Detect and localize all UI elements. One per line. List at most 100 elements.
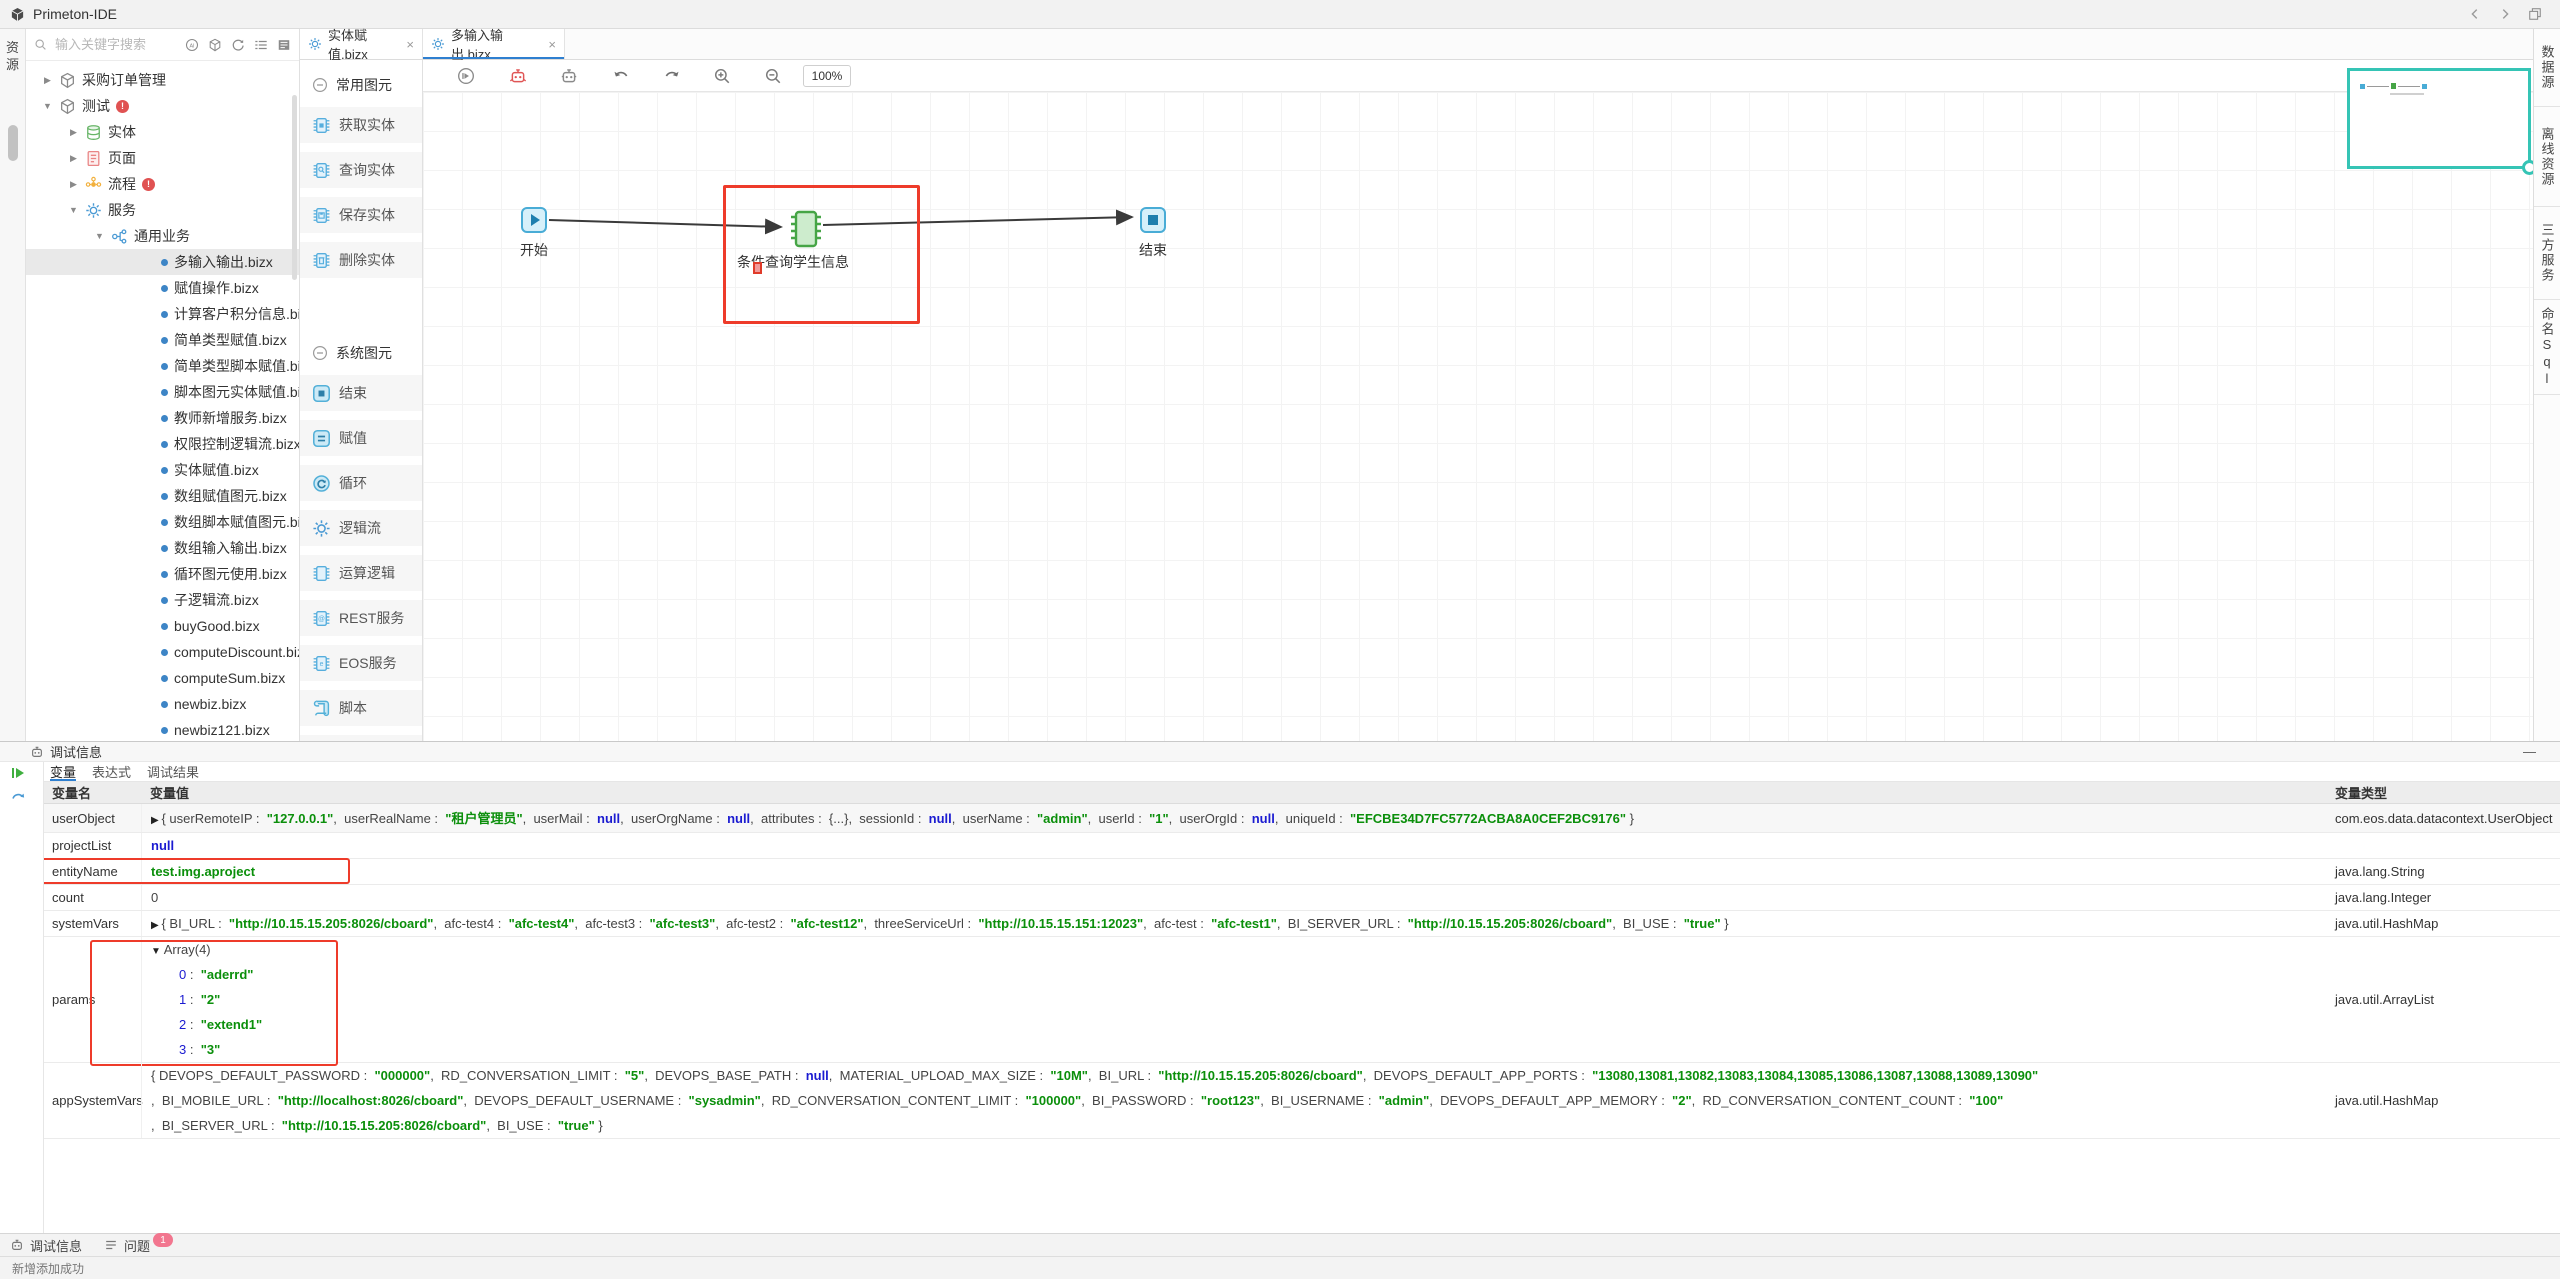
run-flow-icon[interactable] [457, 67, 475, 85]
tree-item[interactable]: computeDiscount.bizx [26, 639, 299, 665]
bottom-tab-debug-info[interactable]: 调试信息 [10, 1236, 82, 1255]
tree-item[interactable]: ▶采购订单管理 [26, 67, 299, 93]
end-node[interactable] [1140, 207, 1166, 233]
tree-item[interactable]: 计算客户积分信息.bizx [26, 301, 299, 327]
editor-tab[interactable]: 实体赋值.bizx× [300, 29, 423, 59]
tree-item[interactable]: ▼服务 [26, 197, 299, 223]
tree-item[interactable]: newbiz.bizx [26, 691, 299, 717]
tree-item[interactable]: ▶实体 [26, 119, 299, 145]
zoom-in-icon[interactable] [713, 67, 731, 85]
debug-tab[interactable]: 表达式 [92, 762, 131, 781]
tree-scrollbar[interactable] [292, 95, 297, 280]
editor-tab[interactable]: 多输入输出.bizx× [423, 29, 565, 59]
chevron-right-icon[interactable]: ▶ [68, 179, 79, 190]
table-row[interactable]: projectListnull [44, 833, 2560, 859]
redo-icon[interactable] [663, 67, 681, 85]
tree-item[interactable]: 脚本图元实体赋值.bizx [26, 379, 299, 405]
bottom-tab-problems[interactable]: 问题 1 [104, 1236, 173, 1255]
activity-strip-scrollbar[interactable] [8, 125, 18, 161]
minimize-panel-button[interactable]: — [2523, 744, 2536, 759]
zoom-out-icon[interactable] [764, 67, 782, 85]
tree-item[interactable]: ▶页面 [26, 145, 299, 171]
zoom-level-display[interactable]: 100% [803, 65, 851, 87]
palette-item[interactable]: 脚本 [300, 690, 422, 726]
palette-item[interactable]: 删除实体 [300, 242, 422, 278]
nav-forward-icon[interactable] [2498, 7, 2512, 21]
tree-item[interactable]: ▼测试! [26, 93, 299, 119]
table-row[interactable]: systemVars▶ { BI_URL : "http://10.15.15.… [44, 911, 2560, 937]
search-input[interactable] [53, 36, 179, 53]
activity-tab-resources[interactable]: 资源 [0, 39, 25, 73]
table-row[interactable]: entityNametest.img.aprojectjava.lang.Str… [44, 859, 2560, 885]
palette-item[interactable]: 保存实体 [300, 197, 422, 233]
palette-item[interactable]: @REST服务 [300, 600, 422, 636]
right-tab-strip: 数据源离线资源三方服务命名Sql [2533, 29, 2560, 741]
palette-item[interactable]: 获取实体 [300, 107, 422, 143]
tree-item[interactable]: 教师新增服务.bizx [26, 405, 299, 431]
tree-item[interactable]: ▼通用业务 [26, 223, 299, 249]
palette-item[interactable]: eEOS服务 [300, 645, 422, 681]
restore-window-icon[interactable] [2528, 7, 2542, 21]
step-over-icon[interactable] [10, 788, 26, 804]
task-node[interactable] [789, 208, 823, 250]
close-tab-icon[interactable]: × [548, 37, 556, 52]
chevron-right-icon[interactable]: ▶ [68, 153, 79, 164]
table-row[interactable]: count0java.lang.Integer [44, 885, 2560, 911]
minimap[interactable] [2347, 68, 2531, 169]
debug-flow-icon[interactable] [509, 67, 527, 85]
palette-item[interactable]: 循环 [300, 465, 422, 501]
new-package-icon[interactable] [208, 38, 222, 52]
tree-item[interactable]: 循环图元使用.bizx [26, 561, 299, 587]
right-tab[interactable]: 三方服务 [2534, 207, 2560, 300]
ai-assistant-icon[interactable]: AI [185, 38, 199, 52]
tree-item[interactable]: computeSum.bizx [26, 665, 299, 691]
view-mode-icon[interactable] [277, 38, 291, 52]
tree-item[interactable]: 多输入输出.bizx [26, 249, 299, 275]
undo-icon[interactable] [612, 67, 630, 85]
refresh-icon[interactable] [231, 38, 245, 52]
palette-item[interactable]: 赋值 [300, 420, 422, 456]
variable-value: { DEVOPS_DEFAULT_PASSWORD : "000000", RD… [141, 1063, 2335, 1138]
chevron-down-icon[interactable]: ▼ [94, 231, 105, 241]
tree-item[interactable]: 子逻辑流.bizx [26, 587, 299, 613]
debug-tab[interactable]: 调试结果 [147, 762, 199, 781]
palette-item[interactable]: 运算逻辑 [300, 555, 422, 591]
close-tab-icon[interactable]: × [406, 37, 414, 52]
tree-item[interactable]: 简单类型赋值.bizx [26, 327, 299, 353]
tree-item[interactable]: 数组输入输出.bizx [26, 535, 299, 561]
tree-item[interactable]: 数组赋值图元.bizx [26, 483, 299, 509]
right-tab[interactable]: 数据源 [2534, 29, 2560, 107]
tree-item[interactable]: 数组脚本赋值图元.bizx [26, 509, 299, 535]
right-tab[interactable]: 离线资源 [2534, 107, 2560, 207]
chevron-down-icon[interactable]: ▼ [68, 205, 79, 215]
chevron-down-icon[interactable]: ▼ [42, 101, 53, 111]
collapse-section-icon[interactable] [312, 345, 328, 361]
palette-item[interactable]: 逻辑流 [300, 510, 422, 546]
start-node[interactable] [521, 207, 547, 233]
tree-item[interactable]: 简单类型脚本赋值.bizx [26, 353, 299, 379]
canvas-grid[interactable]: 开始 条件查询学生信息 结束 [423, 92, 2533, 741]
palette-section-header[interactable]: 常用图元 [300, 72, 422, 98]
palette-item[interactable]: 结束 [300, 375, 422, 411]
test-flow-icon[interactable] [560, 67, 578, 85]
resume-icon[interactable] [10, 765, 26, 781]
palette-section-header[interactable]: 系统图元 [300, 340, 422, 366]
right-tab[interactable]: 命名Sql [2534, 300, 2560, 395]
tree-item[interactable]: ▶流程! [26, 171, 299, 197]
nav-back-icon[interactable] [2468, 7, 2482, 21]
tree-item[interactable]: 权限控制逻辑流.bizx [26, 431, 299, 457]
table-row[interactable]: params▼ Array(4)0 : "aderrd"1 : "2"2 : "… [44, 937, 2560, 1063]
chevron-right-icon[interactable]: ▶ [68, 127, 79, 138]
stop-debug-icon[interactable] [10, 812, 26, 828]
tree-item[interactable]: 赋值操作.bizx [26, 275, 299, 301]
table-row[interactable]: userObject▶ { userRemoteIP : "127.0.0.1"… [44, 804, 2560, 833]
tree-item[interactable]: newbiz121.bizx [26, 717, 299, 741]
chevron-right-icon[interactable]: ▶ [42, 75, 53, 86]
table-row[interactable]: appSystemVars{ DEVOPS_DEFAULT_PASSWORD :… [44, 1063, 2560, 1139]
collapse-list-icon[interactable] [254, 38, 268, 52]
tree-item[interactable]: buyGood.bizx [26, 613, 299, 639]
palette-item[interactable]: 查询实体 [300, 152, 422, 188]
tree-item[interactable]: 实体赋值.bizx [26, 457, 299, 483]
collapse-section-icon[interactable] [312, 77, 328, 93]
debug-tab[interactable]: 变量 [50, 762, 76, 781]
